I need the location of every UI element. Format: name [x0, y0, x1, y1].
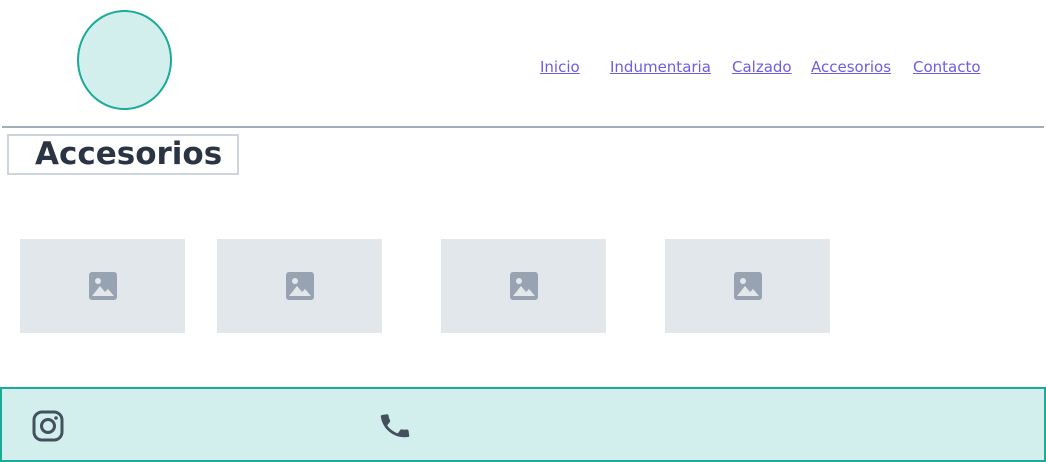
page: Inicio Indumentaria Calzado Accesorios C… [0, 0, 1046, 462]
nav-link-accesorios[interactable]: Accesorios [811, 58, 891, 76]
main-nav: Inicio Indumentaria Calzado Accesorios C… [0, 58, 1046, 80]
nav-link-indumentaria[interactable]: Indumentaria [610, 58, 711, 76]
instagram-icon[interactable] [31, 409, 65, 443]
image-placeholder-icon [88, 272, 117, 300]
image-placeholder-icon [509, 272, 538, 300]
product-image[interactable] [217, 239, 382, 333]
product-image[interactable] [441, 239, 606, 333]
image-placeholder-icon [733, 272, 762, 300]
nav-link-inicio[interactable]: Inicio [540, 58, 580, 76]
nav-link-calzado[interactable]: Calzado [732, 58, 792, 76]
phone-icon[interactable] [378, 409, 412, 443]
page-title: Accesorios [7, 134, 239, 175]
image-placeholder-icon [285, 272, 314, 300]
nav-link-contacto[interactable]: Contacto [913, 58, 981, 76]
product-image[interactable] [665, 239, 830, 333]
footer [0, 387, 1046, 462]
header-divider [2, 126, 1044, 128]
product-image[interactable] [20, 239, 185, 333]
